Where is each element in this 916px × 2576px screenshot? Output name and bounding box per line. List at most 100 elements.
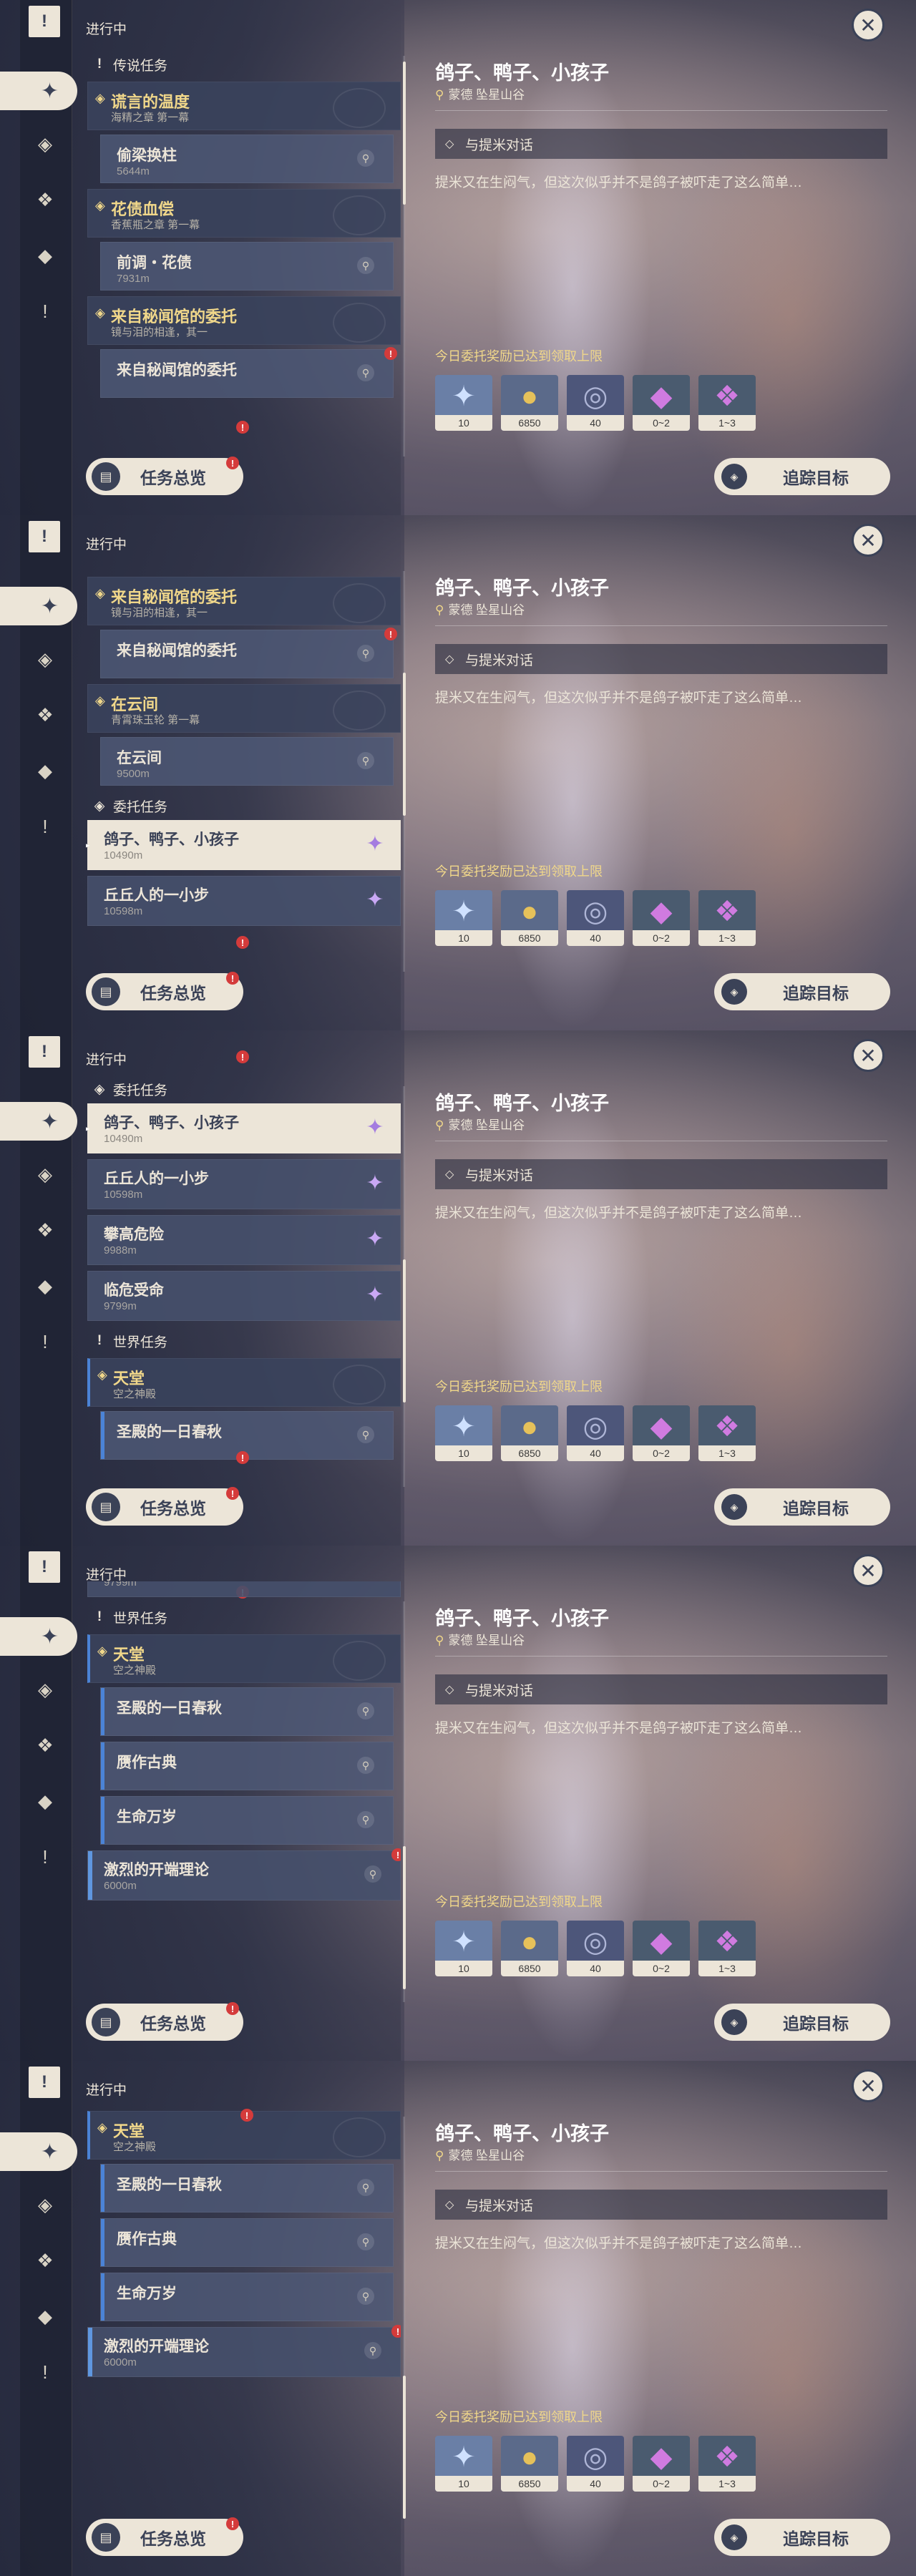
- commission-icon[interactable]: ◆: [33, 1789, 57, 1813]
- map-pin-icon[interactable]: ⚲: [357, 1426, 374, 1443]
- commission-icon[interactable]: ◆: [33, 2304, 57, 2328]
- adventure-exp-icon[interactable]: ✦ 10: [435, 2436, 492, 2492]
- quest-step[interactable]: 圣殿的一日春秋 ⚲: [100, 1687, 394, 1736]
- quest-overview-button[interactable]: ▤ 任务总览 !: [86, 2002, 243, 2041]
- crystal-icon[interactable]: ◆ 0~2: [633, 890, 690, 946]
- quest-step[interactable]: 来自秘闻馆的委托 ⚲ !: [100, 628, 397, 678]
- archon-quests-icon[interactable]: ◈: [33, 2192, 57, 2217]
- commission-icon[interactable]: ◆: [33, 758, 57, 783]
- track-target-button[interactable]: ◈ 追踪目标: [714, 1488, 890, 1526]
- commission-item-selected[interactable]: ▶ 鸽子、鸭子、小孩子 10490m ✦: [86, 1103, 401, 1153]
- crystal-icon[interactable]: ◆ 0~2: [633, 375, 690, 431]
- companionship-exp-icon[interactable]: ◎ 40: [567, 375, 624, 431]
- crystal-icon[interactable]: ◆ 0~2: [633, 2436, 690, 2492]
- world-quest-item[interactable]: 激烈的开端理论 6000m ⚲ !: [87, 1848, 401, 1901]
- quest-header[interactable]: ◈ 天堂 空之神殿 !: [87, 2109, 401, 2160]
- scrollbar-thumb[interactable]: [403, 1846, 406, 1989]
- quest-header[interactable]: ◈ 谎言的温度 海精之章 第一幕: [87, 82, 401, 130]
- map-pin-icon[interactable]: ⚲: [357, 257, 374, 274]
- crystal-cluster-icon[interactable]: ❖ 1~3: [698, 1405, 756, 1461]
- world-quests-icon[interactable]: !: [33, 814, 57, 839]
- scrollbar-thumb[interactable]: [403, 2376, 406, 2519]
- close-button[interactable]: ✕: [852, 1554, 885, 1587]
- mora-icon[interactable]: ● 6850: [501, 1921, 558, 1976]
- all-quests-icon[interactable]: ✦: [0, 1102, 77, 1141]
- quest-header[interactable]: ◈ 来自秘闻馆的委托 镜与泪的相逢，其一: [87, 296, 401, 345]
- commission-item-selected[interactable]: ▶ 鸽子、鸭子、小孩子 10490m ✦: [86, 820, 401, 870]
- map-pin-icon[interactable]: ⚲: [357, 2179, 374, 2196]
- all-quests-icon[interactable]: ✦: [0, 72, 77, 110]
- story-quests-icon[interactable]: ❖: [33, 1218, 57, 1242]
- crystal-cluster-icon[interactable]: ❖ 1~3: [698, 890, 756, 946]
- quest-header[interactable]: ◈ 来自秘闻馆的委托 镜与泪的相逢，其一: [87, 577, 401, 625]
- quest-overview-button[interactable]: ▤ 任务总览 !: [86, 2517, 243, 2556]
- companionship-exp-icon[interactable]: ◎ 40: [567, 1405, 624, 1461]
- map-pin-icon[interactable]: ⚲: [357, 1702, 374, 1719]
- commission-item[interactable]: 丘丘人的一小步 10598m ✦: [87, 1159, 401, 1209]
- mora-icon[interactable]: ● 6850: [501, 890, 558, 946]
- close-button[interactable]: ✕: [852, 1039, 885, 1072]
- crystal-cluster-icon[interactable]: ❖ 1~3: [698, 2436, 756, 2492]
- quest-step[interactable]: 在云间 9500m ⚲: [100, 737, 394, 786]
- map-pin-icon[interactable]: ⚲: [357, 150, 374, 167]
- quest-step[interactable]: 偷梁换柱 5644m ⚲: [100, 135, 394, 183]
- commission-item[interactable]: 临危受命 9799m ✦: [87, 1271, 401, 1321]
- archon-quests-icon[interactable]: ◈: [33, 1677, 57, 1702]
- mora-icon[interactable]: ● 6850: [501, 1405, 558, 1461]
- map-pin-icon[interactable]: ⚲: [357, 1757, 374, 1774]
- map-pin-icon[interactable]: ⚲: [357, 645, 374, 662]
- world-quests-icon[interactable]: !: [33, 1330, 57, 1354]
- quest-step[interactable]: 前调・花债 7931m ⚲: [100, 242, 394, 291]
- quest-overview-button[interactable]: ▤ 任务总览 !: [86, 457, 243, 495]
- story-quests-icon[interactable]: ❖: [33, 703, 57, 727]
- adventure-exp-icon[interactable]: ✦ 10: [435, 890, 492, 946]
- crystal-icon[interactable]: ◆ 0~2: [633, 1405, 690, 1461]
- commission-icon[interactable]: ◆: [33, 243, 57, 268]
- world-quests-icon[interactable]: !: [33, 2360, 57, 2384]
- quest-header[interactable]: ◈ 天堂 空之神殿: [87, 1358, 401, 1407]
- quest-header[interactable]: ◈ 天堂 空之神殿: [87, 1634, 401, 1683]
- map-pin-icon[interactable]: ⚲: [364, 2342, 381, 2359]
- scrollbar-thumb[interactable]: [403, 1259, 406, 1402]
- quest-step[interactable]: 赝作古典 ⚲: [100, 1742, 394, 1790]
- story-quests-icon[interactable]: ❖: [33, 1733, 57, 1757]
- archon-quests-icon[interactable]: ◈: [33, 647, 57, 671]
- map-pin-icon[interactable]: ⚲: [357, 364, 374, 381]
- companionship-exp-icon[interactable]: ◎ 40: [567, 2436, 624, 2492]
- quest-overview-button[interactable]: ▤ 任务总览 !: [86, 1487, 243, 1526]
- adventure-exp-icon[interactable]: ✦ 10: [435, 375, 492, 431]
- quest-step[interactable]: 生命万岁 ⚲: [100, 2273, 394, 2321]
- all-quests-icon[interactable]: ✦: [0, 2132, 77, 2171]
- crystal-icon[interactable]: ◆ 0~2: [633, 1921, 690, 1976]
- quest-step[interactable]: 来自秘闻馆的委托 ⚲ !: [100, 347, 397, 398]
- commission-item[interactable]: 攀高危险 9988m ✦: [87, 1215, 401, 1265]
- scrollbar-thumb[interactable]: [403, 673, 406, 816]
- all-quests-icon[interactable]: ✦: [0, 587, 77, 625]
- world-quests-icon[interactable]: !: [33, 1845, 57, 1869]
- map-pin-icon[interactable]: ⚲: [357, 1811, 374, 1828]
- archon-quests-icon[interactable]: ◈: [33, 132, 57, 156]
- track-target-button[interactable]: ◈ 追踪目标: [714, 458, 890, 495]
- archon-quests-icon[interactable]: ◈: [33, 1162, 57, 1186]
- quest-overview-button[interactable]: ▤ 任务总览 !: [86, 972, 243, 1010]
- track-target-button[interactable]: ◈ 追踪目标: [714, 973, 890, 1010]
- quest-header[interactable]: ◈ 花债血偿 香蕉瓶之章 第一幕: [87, 189, 401, 238]
- scrollbar-thumb[interactable]: [403, 62, 406, 205]
- world-quest-item[interactable]: 激烈的开端理论 6000m ⚲ !: [87, 2325, 401, 2377]
- adventure-exp-icon[interactable]: ✦ 10: [435, 1405, 492, 1461]
- commission-item[interactable]: 临危受命 9799m ✦: [87, 1581, 401, 1597]
- world-quests-icon[interactable]: !: [33, 299, 57, 323]
- quest-step[interactable]: 生命万岁 ⚲: [100, 1796, 394, 1845]
- close-button[interactable]: ✕: [852, 9, 885, 42]
- map-pin-icon[interactable]: ⚲: [357, 752, 374, 769]
- close-button[interactable]: ✕: [852, 2069, 885, 2102]
- track-target-button[interactable]: ◈ 追踪目标: [714, 2519, 890, 2556]
- map-pin-icon[interactable]: ⚲: [357, 2233, 374, 2250]
- map-pin-icon[interactable]: ⚲: [364, 1865, 381, 1883]
- commission-icon[interactable]: ◆: [33, 1274, 57, 1298]
- crystal-cluster-icon[interactable]: ❖ 1~3: [698, 375, 756, 431]
- mora-icon[interactable]: ● 6850: [501, 375, 558, 431]
- adventure-exp-icon[interactable]: ✦ 10: [435, 1921, 492, 1976]
- companionship-exp-icon[interactable]: ◎ 40: [567, 1921, 624, 1976]
- quest-step[interactable]: 赝作古典 ⚲: [100, 2218, 394, 2267]
